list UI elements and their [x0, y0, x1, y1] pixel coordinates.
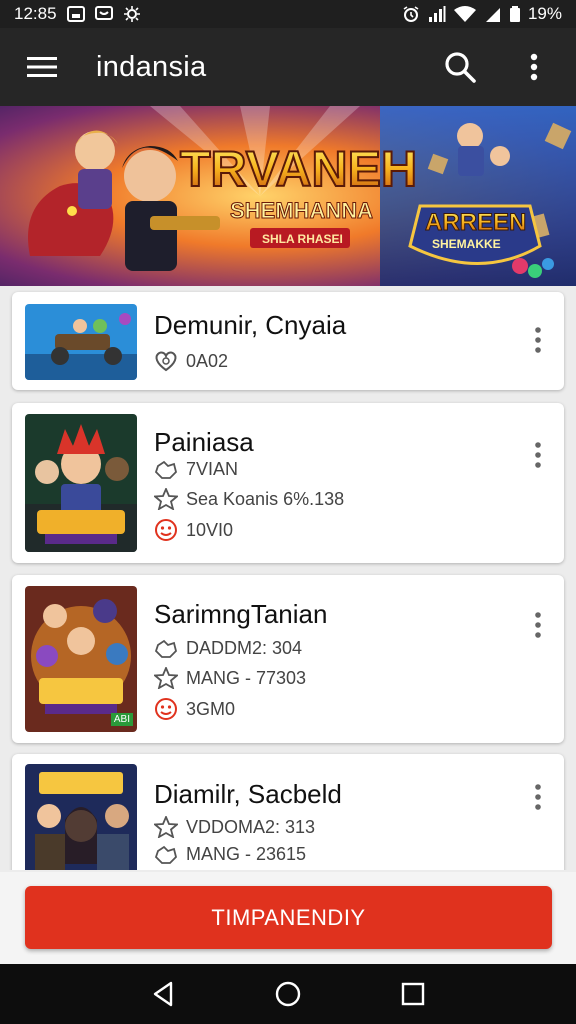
game-meta-row: DADDM2: 304: [154, 638, 302, 659]
star-icon: [154, 667, 178, 689]
battery-icon: [509, 6, 520, 22]
alarm-icon: [403, 6, 419, 22]
overflow-menu-button[interactable]: [514, 47, 554, 87]
battery-percent: 19%: [527, 4, 562, 23]
more-vert-icon: [535, 442, 541, 468]
game-list[interactable]: Demunir, Cnyaia 0A02 Painiasa 7VIAN Sea …: [0, 290, 576, 870]
card-more-button[interactable]: [526, 779, 550, 815]
heart-icon: [155, 351, 177, 372]
game-meta-row: 0A02: [154, 350, 228, 372]
game-meta-text: MANG - 23615: [186, 844, 307, 864]
game-meta-row: 7VIAN: [154, 459, 238, 480]
game-meta-row: MANG - 23615: [154, 844, 306, 865]
game-meta-text: MANG - 77303: [186, 667, 307, 688]
wifi-icon: [453, 6, 476, 22]
game-card[interactable]: ABI SarimngTanian DADDM2: 304 MANG - 773…: [12, 575, 564, 743]
controller-icon: [154, 845, 177, 864]
featured-banner[interactable]: TRVANEH SHEMHANNA SHLA RHASEI ARREEN SHE…: [0, 106, 576, 286]
app-title: indansia: [96, 50, 207, 83]
thumbnail-tag: ABI: [110, 713, 133, 726]
game-meta-row: VDDOMA2: 313: [154, 816, 315, 838]
image-icon: [66, 6, 85, 22]
app-bar: indansia: [0, 28, 576, 106]
game-meta-text: Sea Koanis 6%.138: [186, 488, 345, 509]
bottom-action-bar: TIMPANENDIY: [0, 872, 576, 964]
data-icon: [485, 8, 500, 22]
recents-button[interactable]: [393, 974, 433, 1014]
status-bar: 12:85 19%: [0, 0, 576, 28]
more-vert-icon: [535, 327, 541, 353]
game-meta-row: 3GM0: [154, 697, 235, 721]
search-button[interactable]: [440, 47, 480, 87]
game-meta-text: DADDM2: 304: [186, 638, 303, 658]
more-vert-icon: [530, 53, 538, 81]
signal-icon: [428, 6, 446, 22]
banner-badge-title: ARREEN: [425, 209, 526, 236]
home-button[interactable]: [268, 974, 308, 1014]
banner-artwork: TRVANEH SHEMHANNA SHLA RHASEI ARREEN SHE…: [0, 106, 576, 286]
system-nav-bar: [0, 964, 576, 1024]
game-meta-text: 7VIAN: [186, 459, 239, 479]
star-icon: [154, 488, 178, 510]
game-meta-text: 0A02: [186, 350, 229, 371]
game-thumbnail: [25, 304, 137, 380]
back-icon: [153, 981, 172, 1007]
face-icon: [155, 698, 177, 720]
game-title: Demunir, Cnyaia: [154, 310, 347, 340]
banner-badge-subtitle: SHEMAKKE: [432, 237, 501, 251]
game-title: Diamilr, Sacbeld: [154, 779, 342, 809]
star-icon: [154, 816, 178, 838]
game-title: Painiasa: [154, 427, 254, 457]
back-button[interactable]: [143, 974, 183, 1014]
card-more-button[interactable]: [526, 322, 550, 358]
game-card[interactable]: Diamilr, Sacbeld VDDOMA2: 313 MANG - 236…: [12, 754, 564, 870]
status-time: 12:85: [14, 4, 57, 23]
game-meta-text: 3GM0: [186, 698, 236, 719]
game-meta-text: 10VI0: [186, 519, 234, 540]
game-meta-row: MANG - 77303: [154, 667, 306, 689]
search-icon: [445, 52, 476, 83]
banner-subtitle: SHEMHANNA: [230, 198, 373, 223]
game-card[interactable]: Painiasa 7VIAN Sea Koanis 6%.138 10VI0: [12, 403, 564, 563]
game-title: SarimngTanian: [154, 599, 328, 629]
app-screen: 12:85 19% indansia TRVANEH SHEMHANNA SHL…: [0, 0, 576, 1024]
game-meta-row: 10VI0: [154, 518, 233, 542]
game-thumbnail: [25, 764, 137, 870]
game-meta-row: Sea Koanis 6%.138: [154, 488, 344, 510]
game-thumbnail: ABI: [25, 586, 137, 732]
recents-icon: [402, 982, 425, 1006]
face-icon: [155, 519, 177, 541]
menu-icon: [27, 57, 57, 77]
card-more-button[interactable]: [526, 437, 550, 473]
game-meta-text: VDDOMA2: 313: [186, 816, 316, 837]
more-vert-icon: [535, 784, 541, 810]
card-more-button[interactable]: [526, 607, 550, 643]
controller-icon: [154, 639, 177, 658]
more-vert-icon: [535, 612, 541, 638]
game-card[interactable]: Demunir, Cnyaia 0A02: [12, 292, 564, 390]
banner-ribbon: SHLA RHASEI: [262, 232, 343, 246]
banner-headline: TRVANEH: [180, 141, 417, 197]
settings-icon: [123, 6, 140, 22]
game-thumbnail: [25, 414, 137, 552]
message-icon: [94, 6, 113, 20]
controller-icon: [154, 460, 177, 479]
menu-button[interactable]: [22, 47, 62, 87]
primary-action-button[interactable]: TIMPANENDIY: [25, 886, 552, 949]
home-icon: [275, 981, 301, 1007]
